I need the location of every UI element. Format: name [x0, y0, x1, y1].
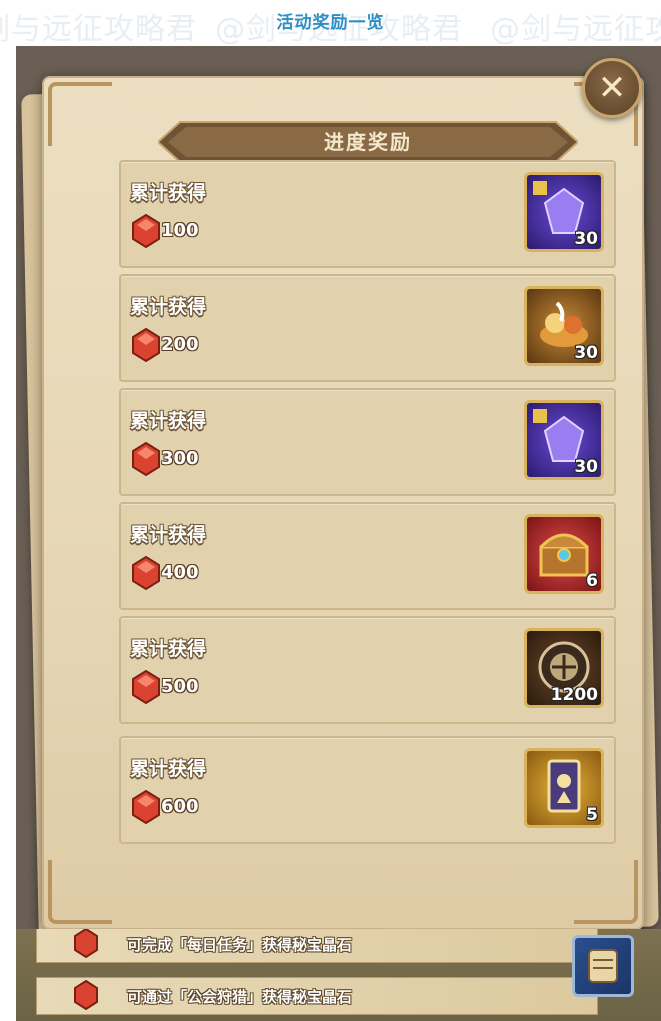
corner-ornament — [48, 82, 112, 146]
row-label: 累计获得 — [130, 524, 207, 546]
row-label: 累计获得 — [130, 296, 207, 318]
task-item: 可完成「每日任务」获得秘宝晶石 — [36, 929, 598, 963]
row-amount: 200 — [161, 334, 199, 355]
row-amount: 600 — [161, 796, 199, 817]
reward-count: 5 — [586, 805, 598, 825]
task-text: 可完成「每日任务」获得秘宝晶石 — [127, 936, 353, 954]
reward-count: 1200 — [550, 685, 598, 705]
red-crystal-icon — [132, 442, 160, 476]
reward-row: 累计获得 600 5 — [119, 736, 616, 844]
panel-title: 进度奖励 — [324, 130, 412, 154]
progress-reward-panel: 进度奖励 累计获得 100 30 累计获得 200 30 累计获得 300 30… — [42, 76, 644, 929]
red-crystal-icon — [132, 328, 160, 362]
row-amount: 500 — [161, 676, 199, 697]
row-amount: 400 — [161, 562, 199, 583]
scroll-map-button[interactable] — [572, 935, 634, 997]
bronze-emblem-icon[interactable]: 1200 — [524, 628, 604, 708]
task-text: 可通过「公会狩猎」获得秘宝晶石 — [127, 988, 353, 1006]
reward-row: 累计获得 400 6 — [119, 502, 616, 610]
row-label: 累计获得 — [130, 182, 207, 204]
close-button[interactable]: ✕ — [582, 58, 642, 118]
corner-ornament — [48, 860, 112, 924]
reward-count: 30 — [574, 343, 598, 363]
purple-shard-icon[interactable]: 30 — [524, 172, 604, 252]
panel-title-banner: 进度奖励 — [158, 118, 578, 166]
reward-count: 6 — [586, 571, 598, 591]
reward-count: 30 — [574, 229, 598, 249]
red-crystal-icon — [74, 929, 98, 958]
scroll-card-icon[interactable]: 5 — [524, 748, 604, 828]
row-amount: 300 — [161, 448, 199, 469]
red-crystal-icon — [132, 670, 160, 704]
row-label: 累计获得 — [130, 410, 207, 432]
red-crystal-icon — [132, 556, 160, 590]
reward-count: 30 — [574, 457, 598, 477]
task-list-background: 可完成「每日任务」获得秘宝晶石 可通过「公会狩猎」获得秘宝晶石 — [16, 929, 661, 1021]
reward-row: 累计获得 300 30 — [119, 388, 616, 496]
red-crystal-icon — [132, 790, 160, 824]
reward-row: 累计获得 200 30 — [119, 274, 616, 382]
close-x-icon: ✕ — [597, 68, 627, 108]
page-title: 活动奖励一览 — [276, 13, 385, 33]
reward-row: 累计获得 500 1200 — [119, 616, 616, 724]
game-screenshot: 进度奖励 累计获得 100 30 累计获得 200 30 累计获得 300 30… — [16, 46, 661, 929]
red-crystal-icon — [132, 214, 160, 248]
treasure-chest-icon[interactable]: 6 — [524, 514, 604, 594]
reward-row: 累计获得 100 30 — [119, 160, 616, 268]
purple-shard-icon[interactable]: 30 — [524, 400, 604, 480]
row-label: 累计获得 — [130, 638, 207, 660]
row-label: 累计获得 — [130, 758, 207, 780]
corner-ornament — [574, 860, 638, 924]
row-amount: 100 — [161, 220, 199, 241]
task-item: 可通过「公会狩猎」获得秘宝晶石 — [36, 977, 598, 1015]
food-pile-icon[interactable]: 30 — [524, 286, 604, 366]
red-crystal-icon — [74, 980, 98, 1010]
